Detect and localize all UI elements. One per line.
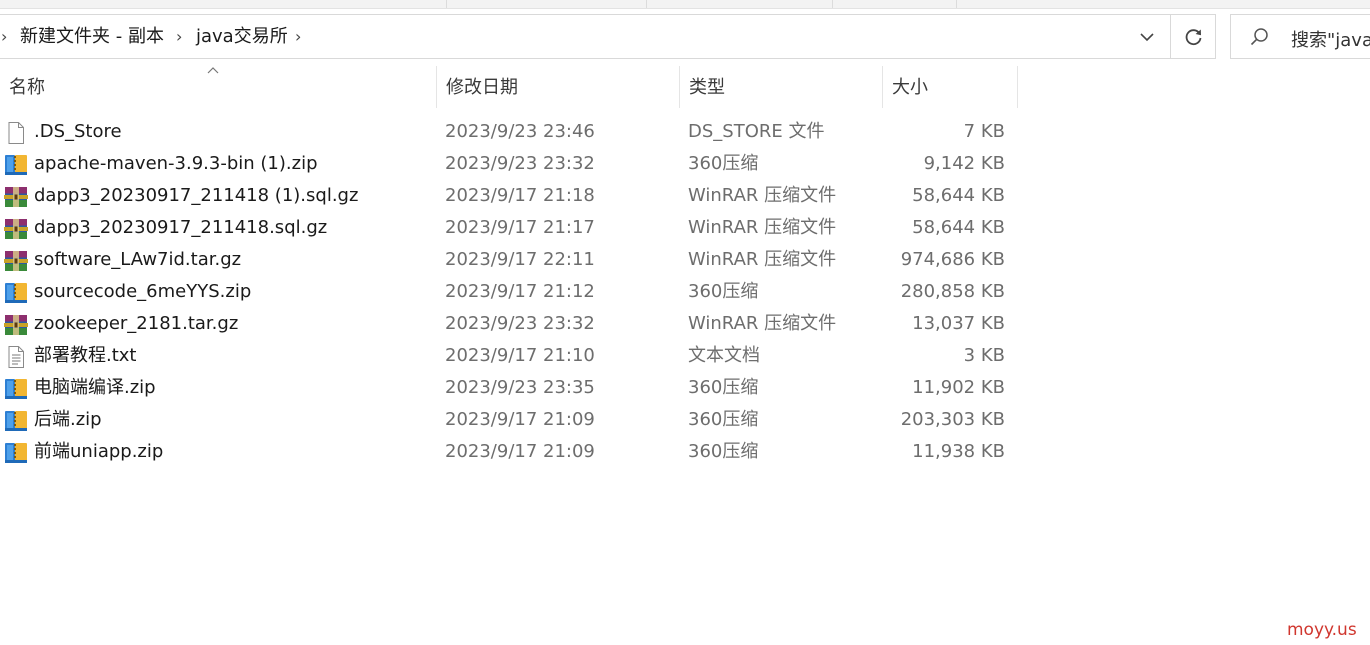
rar-icon — [4, 249, 28, 273]
file-name: 部署教程.txt — [34, 345, 137, 366]
column-header-type-label: 类型 — [689, 77, 725, 98]
rar-icon — [4, 185, 28, 209]
file-modified-date: 2023/9/23 23:32 — [445, 153, 595, 174]
file-modified-date: 2023/9/17 21:09 — [445, 441, 595, 462]
file-type: WinRAR 压缩文件 — [688, 313, 837, 334]
zip-icon — [4, 441, 28, 465]
file-type: 360压缩 — [688, 281, 759, 302]
file-row[interactable]: dapp3_20230917_211418.sql.gz 2023/9/17 21… — [0, 212, 1020, 244]
breadcrumb-chevron-icon[interactable]: › — [295, 27, 301, 47]
chevron-down-icon — [1140, 32, 1154, 41]
breadcrumb-chevron-icon[interactable]: › — [176, 27, 182, 47]
file-size: 3 KB — [963, 345, 1005, 366]
rar-icon — [4, 217, 28, 241]
zip-icon — [4, 377, 28, 401]
file-name: software_LAw7id.tar.gz — [34, 249, 242, 270]
file-name: 电脑端编译.zip — [34, 377, 156, 398]
address-history-dropdown[interactable] — [1127, 15, 1167, 58]
file-size: 13,037 KB — [912, 313, 1005, 334]
file-row[interactable]: software_LAw7id.tar.gz 2023/9/17 22:11 Win… — [0, 244, 1020, 276]
zip-icon — [4, 409, 28, 433]
file-type: 文本文档 — [688, 345, 760, 366]
file-modified-date: 2023/9/23 23:46 — [445, 121, 595, 142]
file-name: dapp3_20230917_211418.sql.gz — [34, 217, 328, 238]
file-row[interactable]: 前端uniapp.zip 2023/9/17 21:09 360压缩 11,938 K… — [0, 436, 1020, 468]
search-box[interactable]: 搜索"java — [1230, 14, 1370, 59]
file-type: 360压缩 — [688, 409, 759, 430]
column-header-date-label: 修改日期 — [446, 77, 518, 98]
file-name: sourcecode_6meYYS.zip — [34, 281, 252, 302]
refresh-button[interactable] — [1170, 15, 1216, 58]
file-row[interactable]: apache-maven-3.9.3-bin (1).zip 2023/9/23 … — [0, 148, 1020, 180]
ribbon-segment — [832, 0, 957, 8]
file-name: apache-maven-3.9.3-bin (1).zip — [34, 153, 318, 174]
column-header-name[interactable]: 名称 — [0, 66, 437, 108]
text-file-icon — [4, 345, 28, 369]
file-size: 11,902 KB — [912, 377, 1005, 398]
file-row[interactable]: sourcecode_6meYYS.zip 2023/9/17 21:12 360压… — [0, 276, 1020, 308]
search-icon — [1250, 28, 1268, 46]
file-row[interactable]: zookeeper_2181.tar.gz 2023/9/23 23:32 WinR… — [0, 308, 1020, 340]
file-type: DS_STORE 文件 — [688, 121, 825, 142]
file-name: zookeeper_2181.tar.gz — [34, 313, 239, 334]
file-row[interactable]: .DS_Store 2023/9/23 23:46 DS_STORE 文件 7 KB — [0, 116, 1020, 148]
column-header-date[interactable]: 修改日期 — [437, 66, 680, 108]
refresh-icon — [1185, 28, 1201, 45]
file-icon — [4, 121, 28, 145]
file-modified-date: 2023/9/17 21:18 — [445, 185, 595, 206]
file-name: 后端.zip — [34, 409, 102, 430]
search-input[interactable]: 搜索"java — [1291, 26, 1370, 52]
column-header-name-label: 名称 — [9, 77, 45, 98]
sort-ascending-icon — [207, 67, 219, 74]
breadcrumb-chevron-icon[interactable]: › — [1, 27, 7, 47]
file-type: 360压缩 — [688, 153, 759, 174]
file-modified-date: 2023/9/17 21:12 — [445, 281, 595, 302]
column-header-type[interactable]: 类型 — [680, 66, 883, 108]
file-size: 9,142 KB — [923, 153, 1005, 174]
file-modified-date: 2023/9/17 21:10 — [445, 345, 595, 366]
file-size: 7 KB — [963, 121, 1005, 142]
ribbon-strip — [0, 0, 1370, 9]
breadcrumb-item-folder[interactable]: 新建文件夹 - 副本 — [20, 26, 164, 48]
file-row[interactable]: 部署教程.txt 2023/9/17 21:10 文本文档 3 KB — [0, 340, 1020, 372]
file-modified-date: 2023/9/17 21:17 — [445, 217, 595, 238]
file-type: 360压缩 — [688, 377, 759, 398]
column-header-row: 名称 修改日期 类型 大小 — [0, 66, 1020, 108]
zip-icon — [4, 153, 28, 177]
rar-icon — [4, 313, 28, 337]
file-row[interactable]: dapp3_20230917_211418 (1).sql.gz 2023/9/1… — [0, 180, 1020, 212]
file-size: 280,858 KB — [900, 281, 1005, 302]
file-modified-date: 2023/9/17 22:11 — [445, 249, 595, 270]
file-modified-date: 2023/9/17 21:09 — [445, 409, 595, 430]
zip-icon — [4, 281, 28, 305]
file-type: 360压缩 — [688, 441, 759, 462]
file-size: 974,686 KB — [900, 249, 1005, 270]
file-type: WinRAR 压缩文件 — [688, 249, 837, 270]
file-name: 前端uniapp.zip — [34, 441, 164, 462]
watermark-text: moyy.us — [1287, 620, 1357, 640]
file-row[interactable]: 后端.zip 2023/9/17 21:09 360压缩 203,303 KB — [0, 404, 1020, 436]
file-size: 58,644 KB — [912, 185, 1005, 206]
file-row[interactable]: 电脑端编译.zip 2023/9/23 23:35 360压缩 11,902 KB — [0, 372, 1020, 404]
file-size: 203,303 KB — [900, 409, 1005, 430]
address-bar[interactable]: › 新建文件夹 - 副本 › java交易所 › — [0, 14, 1216, 59]
column-header-size-label: 大小 — [892, 77, 928, 98]
ribbon-segment — [0, 0, 447, 8]
file-size: 58,644 KB — [912, 217, 1005, 238]
file-name: .DS_Store — [34, 121, 122, 142]
breadcrumb-item-current[interactable]: java交易所 — [196, 26, 288, 48]
file-size: 11,938 KB — [912, 441, 1005, 462]
ribbon-segment — [446, 0, 647, 8]
ribbon-segment — [646, 0, 833, 8]
file-modified-date: 2023/9/23 23:32 — [445, 313, 595, 334]
column-header-size[interactable]: 大小 — [883, 66, 1018, 108]
file-type: WinRAR 压缩文件 — [688, 217, 837, 238]
file-modified-date: 2023/9/23 23:35 — [445, 377, 595, 398]
file-name: dapp3_20230917_211418 (1).sql.gz — [34, 185, 359, 206]
file-type: WinRAR 压缩文件 — [688, 185, 837, 206]
